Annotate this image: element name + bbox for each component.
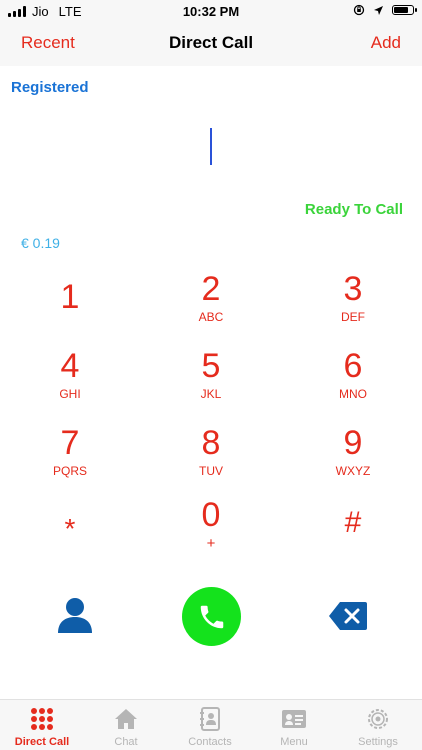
contact-person-icon[interactable]	[54, 595, 96, 637]
key-8[interactable]: 8 TUV	[161, 424, 261, 494]
key-letters: JKL	[200, 387, 222, 401]
key-digit: 7	[60, 424, 80, 462]
key-7[interactable]: 7 PQRS	[20, 424, 120, 494]
key-digit: 0	[201, 496, 221, 534]
tab-contacts[interactable]: Contacts	[168, 706, 252, 750]
key-digit: 2	[201, 270, 221, 308]
key-letters: DEF	[341, 310, 365, 324]
registration-status: Registered	[11, 79, 89, 96]
key-letters: PQRS	[52, 464, 87, 478]
tab-label: Chat	[114, 736, 138, 748]
gear-icon	[368, 709, 388, 729]
tab-menu[interactable]: Menu	[252, 706, 336, 750]
key-digit: 1	[60, 278, 80, 316]
key-letters: WXYZ	[335, 464, 371, 478]
phone-icon	[200, 605, 223, 628]
battery-fill	[394, 7, 408, 13]
status-bar: Jio LTE 10:32 PM	[0, 0, 422, 24]
add-button[interactable]: Add	[371, 33, 401, 53]
location-arrow-icon	[374, 5, 383, 15]
key-digit: 9	[343, 424, 363, 462]
rotation-lock-icon	[353, 4, 365, 16]
text-cursor	[210, 128, 212, 165]
key-letters: GHI	[59, 387, 81, 401]
key-digit: *	[64, 513, 76, 544]
key-digit: 5	[201, 347, 221, 385]
status-right	[353, 4, 417, 16]
key-letters: TUV	[199, 464, 223, 478]
tab-label: Menu	[280, 736, 308, 748]
home-icon	[115, 709, 137, 729]
key-star[interactable]: *	[20, 496, 120, 566]
tab-chat[interactable]: Chat	[84, 706, 168, 750]
key-digit: 4	[60, 347, 80, 385]
call-status: Ready To Call	[304, 201, 403, 218]
balance-label: € 0.19	[21, 235, 60, 251]
key-letters: MNO	[339, 387, 367, 401]
key-hash[interactable]: #	[303, 496, 403, 566]
tab-bar: Direct Call Chat Contacts Menu Settings	[0, 699, 422, 750]
contacts-book-icon	[200, 707, 220, 731]
key-6[interactable]: 6 MNO	[303, 347, 403, 417]
tab-settings[interactable]: Settings	[336, 706, 420, 750]
backspace-icon[interactable]	[328, 600, 368, 632]
key-5[interactable]: 5 JKL	[161, 347, 261, 417]
battery-icon	[392, 5, 417, 15]
tab-label: Contacts	[188, 736, 232, 748]
key-digit: 6	[343, 347, 363, 385]
key-letters: +	[206, 535, 216, 552]
nav-bar: Recent Direct Call Add	[0, 24, 422, 66]
key-letters: ABC	[198, 310, 224, 324]
key-9[interactable]: 9 WXYZ	[303, 424, 403, 494]
key-digit: 3	[343, 270, 363, 308]
key-digit: #	[344, 506, 362, 539]
id-card-icon	[282, 710, 306, 728]
key-1[interactable]: 1	[20, 270, 120, 340]
key-0[interactable]: 0 +	[161, 496, 261, 566]
tab-direct-call[interactable]: Direct Call	[0, 706, 84, 750]
recent-button[interactable]: Recent	[21, 33, 75, 53]
keypad-icon	[31, 708, 53, 730]
call-button[interactable]	[182, 587, 241, 646]
key-3[interactable]: 3 DEF	[303, 270, 403, 340]
dial-number-input[interactable]	[60, 122, 366, 174]
key-2[interactable]: 2 ABC	[161, 270, 261, 340]
key-4[interactable]: 4 GHI	[20, 347, 120, 417]
tab-label: Settings	[358, 736, 398, 748]
key-digit: 8	[201, 424, 221, 462]
tab-label: Direct Call	[14, 736, 70, 748]
